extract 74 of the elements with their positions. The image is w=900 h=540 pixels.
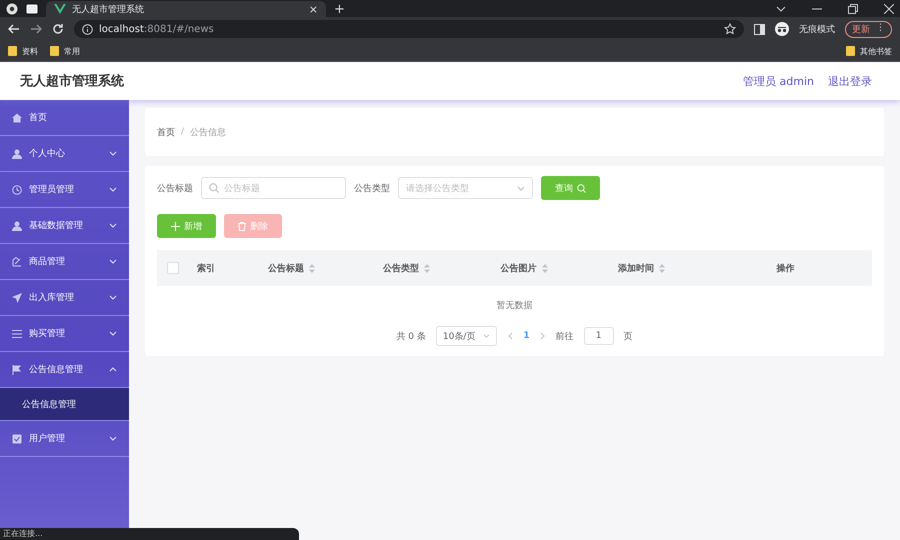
minimize-icon[interactable] xyxy=(812,8,822,10)
menu-item[interactable]: 管理员管理 xyxy=(0,172,129,208)
incognito-icon[interactable] xyxy=(775,22,789,36)
bookmark-item[interactable]: 资料 xyxy=(8,46,38,56)
tab-overview-icon[interactable] xyxy=(26,4,38,14)
goto-page-field[interactable]: 1 xyxy=(584,327,614,345)
user-icon xyxy=(12,220,22,230)
check-icon xyxy=(12,434,22,444)
trash-icon xyxy=(238,222,246,230)
breadcrumb-item: 公告信息 xyxy=(190,126,226,138)
column-header[interactable]: 公告图片 xyxy=(464,262,584,274)
clock-icon xyxy=(12,184,22,194)
user-label[interactable]: 管理员 admin xyxy=(743,74,814,88)
menu-item[interactable]: 商品管理 xyxy=(0,244,129,280)
back-icon[interactable] xyxy=(8,23,20,35)
menu-item[interactable]: 购买管理 xyxy=(0,316,129,352)
address-bar[interactable]: localhost:8081/#/news xyxy=(74,20,744,38)
sidebar-panel-icon[interactable] xyxy=(754,24,765,34)
goto-label: 前往 xyxy=(556,330,574,342)
home-icon xyxy=(12,112,22,122)
bookmark-item[interactable]: 常用 xyxy=(50,46,80,56)
menu-icon xyxy=(12,328,22,338)
filter-label: 公告类型 xyxy=(354,182,390,194)
info-icon xyxy=(82,24,93,34)
select-all-checkbox[interactable] xyxy=(167,262,179,274)
restore-icon[interactable] xyxy=(848,4,858,14)
send-icon xyxy=(12,292,22,302)
browser-logo-icon[interactable] xyxy=(6,3,18,15)
search-icon xyxy=(209,183,219,193)
menu-item[interactable]: 出入库管理 xyxy=(0,280,129,316)
chevron-down-icon xyxy=(517,186,525,190)
breadcrumb-item[interactable]: 首页 xyxy=(157,126,175,138)
column-header: 索引 xyxy=(196,262,216,274)
browser-tab[interactable]: 无人超市管理系统 × xyxy=(46,1,326,17)
url-text: localhost:8081/#/news xyxy=(99,24,214,34)
menu-item[interactable]: 基础数据管理 xyxy=(0,208,129,244)
total-count: 共 0 条 xyxy=(396,330,426,342)
menu-item[interactable]: 首页 xyxy=(0,100,129,136)
status-text: 正在连接... xyxy=(0,528,299,540)
close-icon[interactable] xyxy=(884,4,894,14)
menu-item[interactable]: 个人中心 xyxy=(0,136,129,172)
new-tab-button[interactable]: + xyxy=(334,2,345,16)
logout-link[interactable]: 退出登录 xyxy=(828,74,872,88)
submenu-item[interactable]: 公告信息管理 xyxy=(0,388,129,421)
user-icon xyxy=(12,148,22,158)
chevron-down-icon xyxy=(483,334,490,338)
column-header: 操作 xyxy=(776,262,796,274)
tab-close-button[interactable]: × xyxy=(308,2,318,16)
more-menu-button[interactable]: ⋮ xyxy=(876,22,885,36)
other-bookmarks-item[interactable]: 其他书签 xyxy=(846,46,892,56)
empty-text: 暂无数据 xyxy=(496,300,532,312)
breadcrumb-separator: / xyxy=(181,127,184,137)
star-icon[interactable] xyxy=(724,23,736,35)
chevron-down-icon[interactable] xyxy=(776,6,786,12)
filter-label: 公告标题 xyxy=(157,182,193,194)
page-suffix: 页 xyxy=(624,330,633,342)
search-icon xyxy=(577,184,586,192)
page-size-select[interactable]: 10条/页 xyxy=(436,326,498,346)
folder-icon xyxy=(846,46,855,56)
column-header[interactable]: 公告类型 xyxy=(349,262,464,274)
app-title: 无人超市管理系统 xyxy=(20,72,124,90)
plus-icon xyxy=(171,222,180,230)
update-button[interactable]: 更新 xyxy=(852,22,870,36)
flag-icon xyxy=(12,364,22,374)
reload-icon[interactable] xyxy=(52,23,64,35)
forward-icon[interactable] xyxy=(30,23,42,35)
folder-icon xyxy=(8,46,17,56)
column-header[interactable]: 添加时间 xyxy=(584,262,699,274)
folder-icon xyxy=(50,46,59,56)
column-header[interactable]: 公告标题 xyxy=(234,262,349,274)
edit-icon xyxy=(12,256,22,266)
profile-label: 无痕模式 xyxy=(799,24,835,36)
vue-logo-icon xyxy=(54,4,66,14)
menu-item[interactable]: 用户管理 xyxy=(0,421,129,457)
